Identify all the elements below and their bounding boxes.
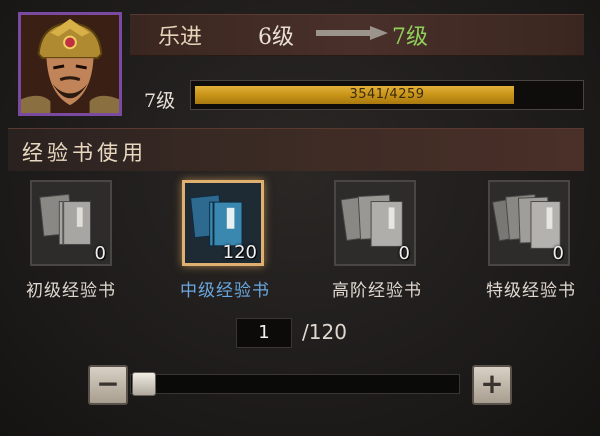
book-use-panel: 乐进 6级 7级 7级 3541/4259 经验书使用 0 120 0 0 初级… (0, 0, 600, 436)
book-count: 120 (222, 242, 257, 263)
current-level: 6级 (258, 25, 294, 50)
book-label-advanced: 高阶经验书 (332, 281, 422, 301)
xp-progress-text: 3541/4259 (349, 87, 425, 102)
book-slot-advanced[interactable]: 0 (334, 180, 416, 266)
book-slot-basic[interactable]: 0 (30, 180, 112, 266)
book-label-intermediate: 中级经验书 (180, 281, 270, 301)
arrow-right-icon (316, 26, 388, 40)
hero-name: 乐进 (158, 25, 203, 50)
xp-progress-bar: 3541/4259 (190, 80, 584, 110)
quantity-input[interactable]: 1 (236, 318, 292, 348)
section-title: 经验书使用 (22, 141, 147, 165)
target-level: 7级 (392, 25, 428, 50)
slider-handle[interactable] (132, 372, 156, 396)
xp-level-label: 7级 (144, 90, 176, 112)
quantity-slider[interactable] (130, 374, 460, 394)
increase-button[interactable]: + (472, 365, 512, 405)
decrease-button[interactable]: − (88, 365, 128, 405)
quantity-max: /120 (302, 320, 347, 344)
book-slot-premium[interactable]: 0 (488, 180, 570, 266)
warrior-portrait-icon (21, 15, 119, 113)
book-count: 0 (94, 243, 106, 264)
book-count: 0 (552, 243, 564, 264)
book-label-basic: 初级经验书 (26, 281, 116, 301)
book-slot-intermediate[interactable]: 120 (182, 180, 264, 266)
hero-portrait[interactable] (18, 12, 122, 116)
book-count: 0 (398, 243, 410, 264)
book-label-premium: 特级经验书 (486, 281, 576, 301)
